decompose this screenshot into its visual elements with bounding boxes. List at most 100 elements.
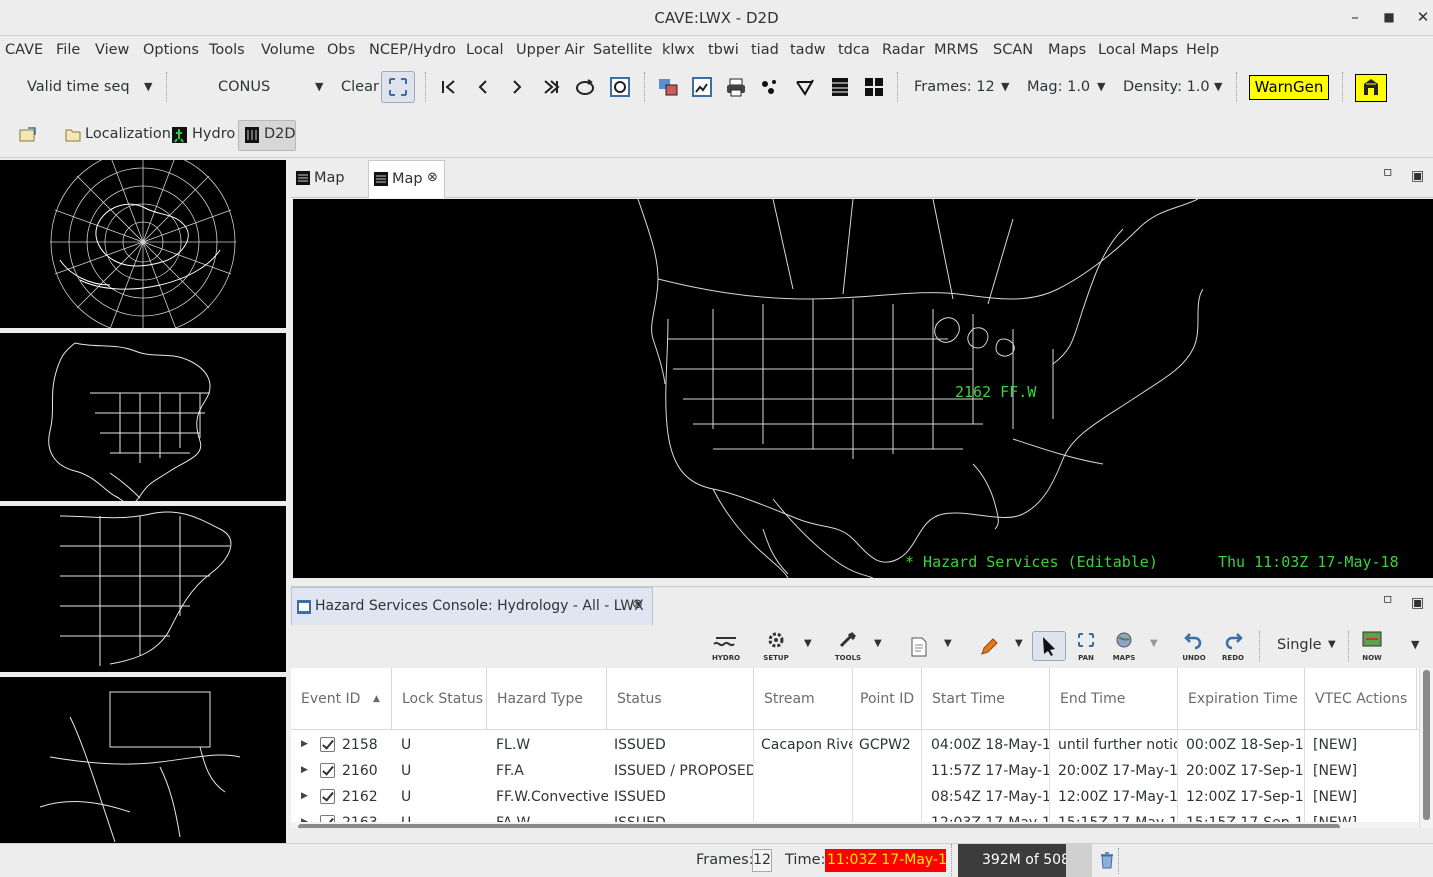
hazard-services-button[interactable] <box>1355 74 1387 102</box>
menu-tadw[interactable]: tadw <box>790 42 826 58</box>
polar-map-pane[interactable] <box>0 160 286 328</box>
menu-help[interactable]: Help <box>1186 42 1219 58</box>
chevron-down-icon[interactable]: ▼ <box>1097 80 1105 93</box>
setup-button[interactable]: SETUP <box>758 630 794 662</box>
minimize-icon[interactable]: – <box>1345 8 1365 26</box>
column-header-vtec-actions[interactable]: VTEC Actions <box>1305 668 1417 730</box>
sample-icon[interactable] <box>794 76 816 98</box>
menu-obs[interactable]: Obs <box>327 42 355 58</box>
close-icon[interactable]: ✕ <box>1413 8 1433 26</box>
perspective-d2d[interactable]: D2D <box>264 126 296 142</box>
tab-map-2[interactable]: Map ⊗ <box>368 160 445 198</box>
table-row[interactable]: ▶ 2160 U FF.A ISSUED / PROPOSED 11:57Z 1… <box>291 758 1417 784</box>
scale-select[interactable]: CONUS <box>218 79 270 95</box>
chevron-down-icon[interactable]: ▼ <box>944 638 952 649</box>
menu-tools[interactable]: Tools <box>209 42 245 58</box>
points-icon[interactable] <box>759 76 781 98</box>
image-properties-icon[interactable] <box>691 76 713 98</box>
menu-local[interactable]: Local <box>466 42 504 58</box>
perspective-localization[interactable]: Localization <box>85 126 171 142</box>
expand-row-icon[interactable]: ▶ <box>301 765 308 775</box>
column-header-end-time[interactable]: End Time <box>1050 668 1178 730</box>
menu-scan[interactable]: SCAN <box>993 42 1033 58</box>
menu-klwx[interactable]: klwx <box>662 42 695 58</box>
menu-radar[interactable]: Radar <box>882 42 925 58</box>
expand-row-icon[interactable]: ▶ <box>301 791 308 801</box>
event-label[interactable]: 2162 FF.W <box>955 383 1036 401</box>
document-icon[interactable] <box>910 637 928 657</box>
close-tab-icon[interactable]: ⊗ <box>632 597 643 612</box>
row-checkbox[interactable] <box>320 737 335 752</box>
redo-button[interactable]: REDO <box>1215 630 1251 662</box>
menu-mrms[interactable]: MRMS <box>934 42 978 58</box>
trash-icon[interactable] <box>1100 852 1114 869</box>
four-panel-layout-icon[interactable] <box>863 76 885 98</box>
hydro-button[interactable]: HYDRO <box>708 630 744 662</box>
perspective-hydro[interactable]: Hydro <box>192 126 235 142</box>
maps-button[interactable]: MAPS <box>1106 630 1142 662</box>
minimize-view-icon[interactable]: ▫ <box>1383 591 1393 607</box>
swap-panes-icon[interactable] <box>657 76 679 98</box>
tab-map-1[interactable]: Map <box>291 160 368 198</box>
warngen-button[interactable]: WarnGen <box>1249 75 1329 100</box>
chevron-down-icon[interactable]: ▼ <box>874 638 882 649</box>
column-header-lock-status[interactable]: Lock Status <box>392 668 487 730</box>
view-menu-chevron-icon[interactable]: ▼ <box>1411 638 1419 651</box>
magnification-select[interactable]: Mag: 1.0 <box>1027 79 1090 95</box>
north-america-map-pane[interactable] <box>0 333 286 501</box>
chevron-down-icon[interactable]: ▼ <box>1150 638 1158 649</box>
frames-select[interactable]: Frames: 12 <box>914 79 995 95</box>
column-header-point-id[interactable]: Point ID <box>853 668 922 730</box>
expand-row-icon[interactable]: ▶ <box>301 739 308 749</box>
select-button[interactable] <box>1032 631 1066 661</box>
chevron-down-icon[interactable]: ▼ <box>1214 80 1222 93</box>
previous-frame-icon[interactable] <box>472 76 494 98</box>
local-map-pane[interactable] <box>0 677 286 843</box>
menu-local-maps[interactable]: Local Maps <box>1098 42 1178 58</box>
memory-indicator[interactable]: 392M of 508M <box>958 844 1066 877</box>
menu-maps[interactable]: Maps <box>1048 42 1086 58</box>
chevron-down-icon[interactable]: ▼ <box>144 80 152 93</box>
map-canvas[interactable]: 2162 FF.W * Hazard Services (Editable) T… <box>293 199 1433 578</box>
vertical-scrollbar[interactable] <box>1419 668 1433 828</box>
maximize-view-icon[interactable]: ▣ <box>1411 595 1424 611</box>
single-panel-layout-icon[interactable] <box>829 76 851 98</box>
menu-ncep-hydro[interactable]: NCEP/Hydro <box>369 42 456 58</box>
clear-button[interactable]: Clear <box>341 79 379 95</box>
pencil-icon[interactable] <box>979 637 999 657</box>
loop-icon[interactable] <box>574 76 596 98</box>
regional-map-pane[interactable] <box>0 506 286 672</box>
selection-mode-select[interactable]: Single <box>1277 637 1322 653</box>
print-icon[interactable] <box>725 76 747 98</box>
table-row[interactable]: ▶ 2158 U FL.W ISSUED Cacapon River GCPW2… <box>291 732 1417 758</box>
density-select[interactable]: Density: 1.0 <box>1123 79 1210 95</box>
menu-upper-air[interactable]: Upper Air <box>516 42 584 58</box>
menu-satellite[interactable]: Satellite <box>593 42 652 58</box>
loop-properties-icon[interactable] <box>609 76 631 98</box>
console-tab[interactable]: Hazard Services Console: Hydrology - All… <box>291 587 653 625</box>
undo-button[interactable]: UNDO <box>1176 630 1212 662</box>
now-button[interactable]: NOW <box>1354 630 1390 662</box>
time-mode-select[interactable]: Valid time seq <box>27 79 130 95</box>
menu-tbwi[interactable]: tbwi <box>708 42 739 58</box>
next-frame-icon[interactable] <box>506 76 528 98</box>
column-header-stream[interactable]: Stream <box>754 668 853 730</box>
chevron-down-icon[interactable]: ▼ <box>315 80 323 93</box>
horizontal-scrollbar-thumb[interactable] <box>298 824 1340 828</box>
chevron-down-icon[interactable]: ▼ <box>1001 80 1009 93</box>
chevron-down-icon[interactable]: ▼ <box>804 638 812 649</box>
column-header-expiration-time[interactable]: Expiration Time <box>1178 668 1305 730</box>
menu-tdca[interactable]: tdca <box>838 42 870 58</box>
minimize-view-icon[interactable]: ▫ <box>1383 164 1393 180</box>
column-header-start-time[interactable]: Start Time <box>922 668 1050 730</box>
tools-button[interactable]: TOOLS <box>830 630 866 662</box>
chevron-down-icon[interactable]: ▼ <box>1328 639 1336 650</box>
column-header-hazard-type[interactable]: Hazard Type <box>487 668 607 730</box>
vertical-scrollbar-thumb[interactable] <box>1423 670 1430 820</box>
maximize-view-icon[interactable]: ▣ <box>1411 168 1424 184</box>
menu-view[interactable]: View <box>95 42 129 58</box>
menu-cave[interactable]: CAVE <box>5 42 43 58</box>
menu-tiad[interactable]: tiad <box>751 42 779 58</box>
row-checkbox[interactable] <box>320 763 335 778</box>
column-header-status[interactable]: Status <box>607 668 754 730</box>
